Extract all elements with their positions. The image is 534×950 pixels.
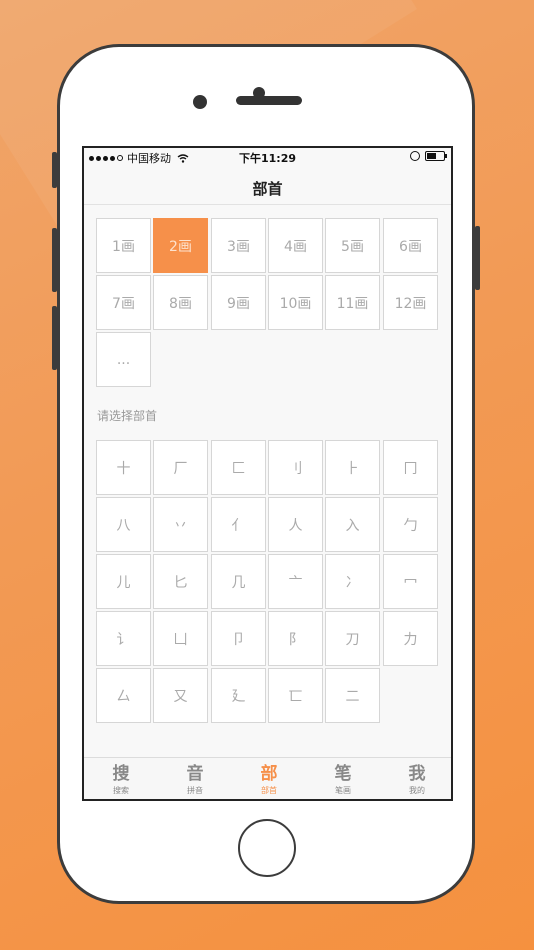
radical-button[interactable]: 又 bbox=[153, 668, 208, 723]
radical-button[interactable]: 刀 bbox=[325, 611, 380, 666]
status-time: 下午11:29 bbox=[238, 152, 296, 165]
stroke-count-button[interactable]: ... bbox=[96, 332, 151, 387]
app-screen: 中国移动 下午11:29 部首 1画 2画 3画 4画 5画 6画 7画 8画 9画 10画 11画… bbox=[82, 146, 453, 801]
radical-button[interactable]: 匸 bbox=[268, 668, 323, 723]
tab-4[interactable]: 我我的 bbox=[380, 758, 451, 796]
radical-button[interactable]: 十 bbox=[96, 440, 151, 495]
section-label: 请选择部首 bbox=[97, 409, 158, 423]
tab-bar: 搜搜索音拼音部部首笔笔画我我的 bbox=[84, 757, 451, 799]
radical-button[interactable]: 二 bbox=[325, 668, 380, 723]
radical-button[interactable]: 几 bbox=[211, 554, 266, 609]
radical-button[interactable]: 亻 bbox=[211, 497, 266, 552]
stroke-count-button[interactable]: 8画 bbox=[153, 275, 208, 330]
tab-3[interactable]: 笔笔画 bbox=[306, 758, 380, 796]
radical-button[interactable]: 卩 bbox=[211, 611, 266, 666]
radical-button[interactable]: 匚 bbox=[211, 440, 266, 495]
status-right bbox=[410, 151, 447, 161]
stroke-count-button[interactable]: 11画 bbox=[325, 275, 380, 330]
radical-button[interactable]: 凵 bbox=[153, 611, 208, 666]
stroke-count-button[interactable]: 10画 bbox=[268, 275, 323, 330]
tab-label: 拼音 bbox=[187, 786, 203, 795]
tab-label: 搜索 bbox=[113, 786, 129, 795]
radical-button[interactable]: 阝 bbox=[268, 611, 323, 666]
radical-button[interactable]: 冖 bbox=[383, 554, 438, 609]
tab-2[interactable]: 部部首 bbox=[232, 758, 306, 796]
radical-button[interactable]: 人 bbox=[268, 497, 323, 552]
radical-button[interactable]: 亠 bbox=[268, 554, 323, 609]
stroke-count-button[interactable]: 4画 bbox=[268, 218, 323, 273]
nav-divider bbox=[84, 204, 451, 205]
radical-button[interactable]: 勹 bbox=[383, 497, 438, 552]
stroke-count-button[interactable]: 3画 bbox=[211, 218, 266, 273]
page-title: 部首 bbox=[252, 180, 283, 198]
rotation-lock-icon bbox=[410, 151, 420, 161]
stroke-count-button[interactable]: 2画 bbox=[153, 218, 208, 273]
tab-label: 部首 bbox=[261, 786, 277, 795]
tab-icon: 部 bbox=[260, 764, 278, 784]
tab-icon: 我 bbox=[408, 764, 426, 784]
stroke-count-button[interactable]: 6画 bbox=[383, 218, 438, 273]
radical-button[interactable]: 冂 bbox=[383, 440, 438, 495]
radical-button[interactable]: 廴 bbox=[211, 668, 266, 723]
tab-1[interactable]: 音拼音 bbox=[158, 758, 232, 796]
tab-icon: 笔 bbox=[334, 764, 352, 784]
stroke-count-button[interactable]: 12画 bbox=[383, 275, 438, 330]
tab-label: 笔画 bbox=[335, 786, 351, 795]
radical-button[interactable]: 匕 bbox=[153, 554, 208, 609]
stroke-count-button[interactable]: 5画 bbox=[325, 218, 380, 273]
radical-button[interactable]: 厂 bbox=[153, 440, 208, 495]
stroke-count-button[interactable]: 7画 bbox=[96, 275, 151, 330]
radical-button[interactable]: 丷 bbox=[153, 497, 208, 552]
stroke-count-button[interactable]: 9画 bbox=[211, 275, 266, 330]
radical-button[interactable]: 八 bbox=[96, 497, 151, 552]
tab-icon: 音 bbox=[186, 764, 204, 784]
radical-button[interactable]: 厶 bbox=[96, 668, 151, 723]
radical-button[interactable]: 力 bbox=[383, 611, 438, 666]
home-button[interactable] bbox=[238, 819, 296, 877]
status-bar: 中国移动 下午11:29 bbox=[84, 148, 451, 166]
tab-label: 我的 bbox=[409, 786, 425, 795]
power-button bbox=[475, 226, 480, 290]
radical-button[interactable]: 入 bbox=[325, 497, 380, 552]
tab-0[interactable]: 搜搜索 bbox=[84, 758, 158, 796]
earpiece-speaker bbox=[236, 96, 302, 105]
radical-button[interactable]: 冫 bbox=[325, 554, 380, 609]
tab-icon: 搜 bbox=[112, 764, 130, 784]
radical-button[interactable]: 讠 bbox=[96, 611, 151, 666]
radical-button[interactable]: 刂 bbox=[268, 440, 323, 495]
radical-button[interactable]: ⺊ bbox=[325, 440, 380, 495]
radical-button[interactable]: 儿 bbox=[96, 554, 151, 609]
stroke-count-button[interactable]: 1画 bbox=[96, 218, 151, 273]
front-camera bbox=[193, 95, 207, 109]
battery-icon bbox=[425, 151, 447, 161]
